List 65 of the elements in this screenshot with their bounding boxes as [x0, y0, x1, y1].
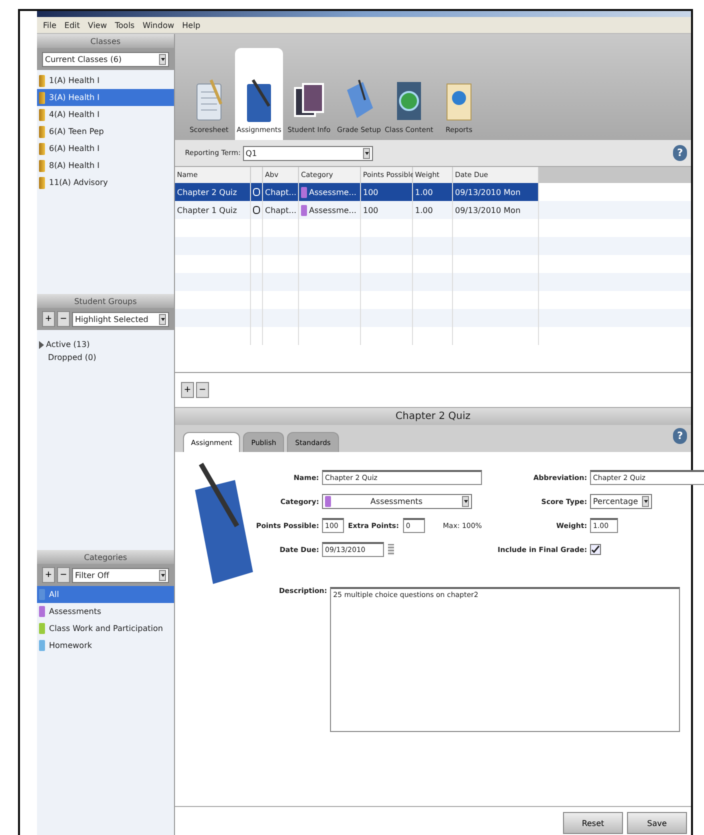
help-icon[interactable]: ? [673, 428, 687, 444]
save-button[interactable]: Save [627, 812, 687, 834]
remove-button[interactable]: − [57, 311, 70, 327]
class-item[interactable]: 3(A) Health I [37, 89, 174, 106]
panel-title: Classes [90, 36, 121, 46]
menu-item[interactable]: Help [182, 20, 200, 30]
category-filter-dropdown[interactable]: Filter Off [72, 568, 169, 582]
table-cell: 09/13/2010 Mon [455, 188, 521, 196]
menu-item[interactable]: View [88, 20, 107, 30]
add-button[interactable]: + [42, 311, 55, 327]
category-item[interactable]: Homework [37, 637, 174, 654]
category-dropdown[interactable]: Assessments [322, 494, 472, 509]
book-icon [39, 126, 45, 138]
assignment-row[interactable]: Chapter 1 Quiz Chapt... Assessme... 100 1.00 09/13/2010 Mon [175, 201, 691, 219]
category-item[interactable]: All [37, 586, 174, 603]
checkbox[interactable] [590, 544, 601, 555]
remove-button[interactable]: − [57, 567, 70, 583]
remove-button[interactable]: − [196, 382, 209, 398]
help-icon[interactable]: ? [673, 145, 687, 161]
status-icon [253, 206, 260, 214]
menu-item[interactable]: File [43, 20, 56, 30]
table-cell: Assessme... [309, 188, 356, 196]
table-cell: Chapter 2 Quiz [177, 188, 237, 196]
table-cell: 100 [363, 206, 378, 214]
panel-title: Student Groups [74, 296, 137, 306]
table-cell: 1.00 [415, 206, 433, 214]
class-item[interactable]: 1(A) Health I [37, 72, 174, 89]
book-icon [39, 108, 45, 120]
table-cell: 100 [363, 188, 378, 196]
reporting-term-dropdown[interactable]: Q1 [242, 146, 373, 160]
reset-button[interactable]: Reset [563, 812, 623, 834]
calendar-icon[interactable] [388, 544, 394, 555]
group-item[interactable]: Dropped (0) [48, 353, 96, 362]
table-cell: Chapter 1 Quiz [177, 206, 237, 214]
group-item[interactable]: Active (13) [46, 340, 90, 349]
book-icon [39, 74, 45, 86]
table-cell: 1.00 [415, 188, 433, 196]
book-icon [39, 160, 45, 172]
menu-item[interactable]: Window [142, 20, 174, 30]
book-icon [39, 176, 45, 188]
category-item[interactable]: Class Work and Participation [37, 620, 174, 637]
book-icon [39, 92, 45, 104]
category-item[interactable]: Assessments [37, 603, 174, 620]
class-item[interactable]: 6(A) Teen Pep [37, 123, 174, 140]
expand-arrow-icon[interactable] [39, 340, 44, 348]
status-icon [253, 188, 260, 196]
table-cell: Chapt... [265, 206, 296, 214]
menu-item[interactable]: Edit [64, 20, 80, 30]
class-item[interactable]: 8(A) Health I [37, 157, 174, 174]
class-item[interactable]: 11(A) Advisory [37, 174, 174, 191]
table-cell: 09/13/2010 Mon [455, 206, 521, 214]
group-filter-dropdown[interactable]: Highlight Selected [72, 312, 169, 326]
assignment-row[interactable]: Chapter 2 Quiz Chapt... Assessme... 100 1.00 09/13/2010 Mon [175, 183, 539, 201]
class-item[interactable]: 6(A) Health I [37, 140, 174, 157]
book-icon [39, 142, 45, 154]
add-button[interactable]: + [181, 382, 194, 398]
score-type-dropdown[interactable]: Percentage [590, 494, 652, 509]
class-filter-dropdown[interactable]: Current Classes (6) [42, 52, 169, 66]
class-item[interactable]: 4(A) Health I [37, 106, 174, 123]
table-cell: Assessme... [309, 206, 356, 214]
add-button[interactable]: + [42, 567, 55, 583]
detail-title: Chapter 2 Quiz [396, 411, 470, 422]
panel-title: Categories [84, 552, 128, 562]
table-cell: Chapt... [265, 188, 296, 196]
menu-item[interactable]: Tools [114, 20, 135, 30]
